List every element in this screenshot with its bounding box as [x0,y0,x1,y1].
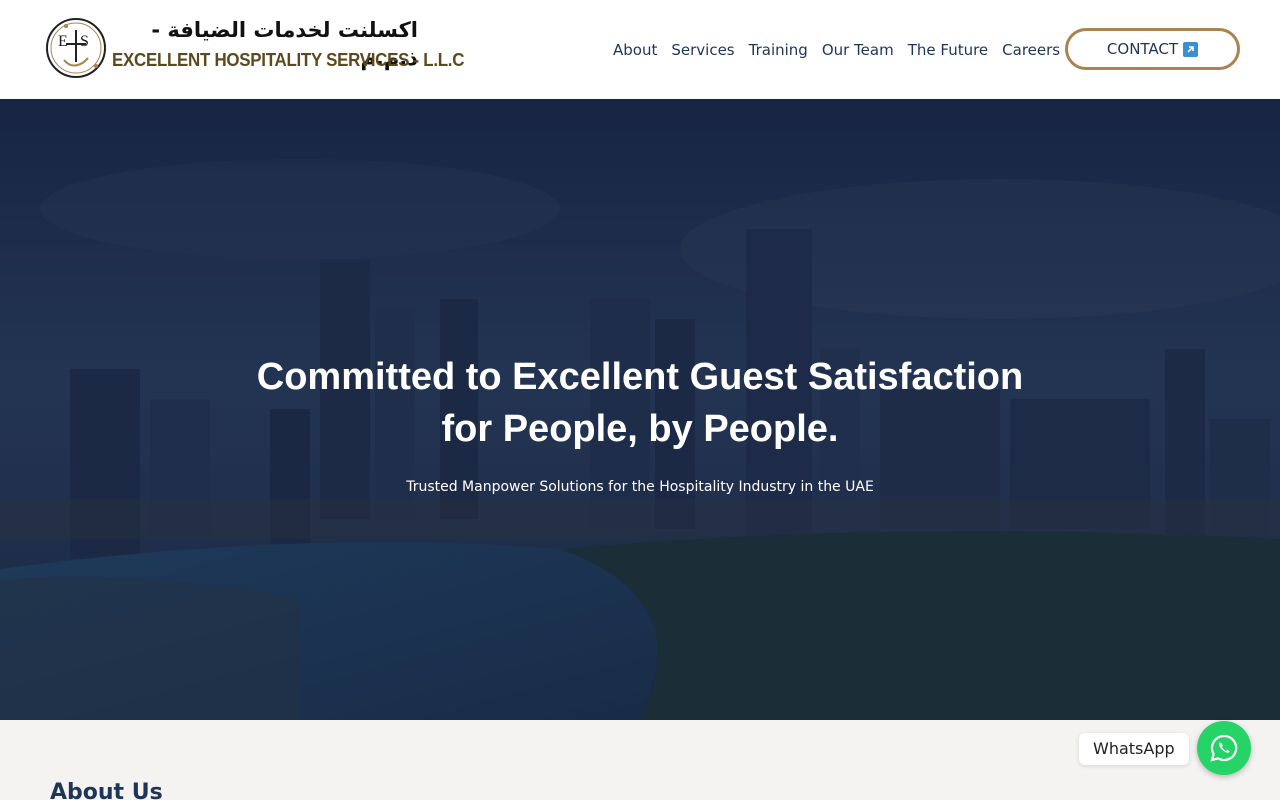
nav-item-careers[interactable]: Careers [995,38,1067,62]
whatsapp-label[interactable]: WhatsApp [1079,733,1189,765]
nav-item-our-team[interactable]: Our Team [815,38,901,62]
external-link-icon [1183,41,1199,57]
main-nav: About Services Training Our Team The Fut… [606,38,1067,62]
nav-item-about[interactable]: About [606,38,664,62]
about-heading: About Us [50,780,163,800]
site-logo[interactable]: E S اكسلنت لخدمات الضيافة - ذ.م.م EXCELL… [44,16,465,82]
svg-text:E: E [58,33,68,50]
hero-title-line-1: Committed to Excellent Guest Satisfactio… [256,356,1024,398]
nav-item-services[interactable]: Services [664,38,741,62]
brand-name-english: EXCELLENT HOSPITALITY SERVICES - L.L.C [112,50,465,70]
whatsapp-icon [1210,734,1238,762]
ehs-monogram-icon: E S [44,16,108,80]
contact-button-label: CONTACT [1106,40,1179,58]
hero-title-line-2: for People, by People. [441,408,839,450]
whatsapp-button[interactable] [1197,721,1251,775]
site-header: E S اكسلنت لخدمات الضيافة - ذ.م.م EXCELL… [0,0,1280,99]
contact-button[interactable]: CONTACT [1065,28,1240,70]
nav-item-training[interactable]: Training [742,38,815,62]
hero-section: Committed to Excellent Guest Satisfactio… [0,99,1280,720]
svg-text:S: S [80,33,89,50]
nav-item-the-future[interactable]: The Future [901,38,995,62]
hero-subtitle: Trusted Manpower Solutions for the Hospi… [406,479,874,495]
hero-title: Committed to Excellent Guest Satisfactio… [140,351,1140,455]
